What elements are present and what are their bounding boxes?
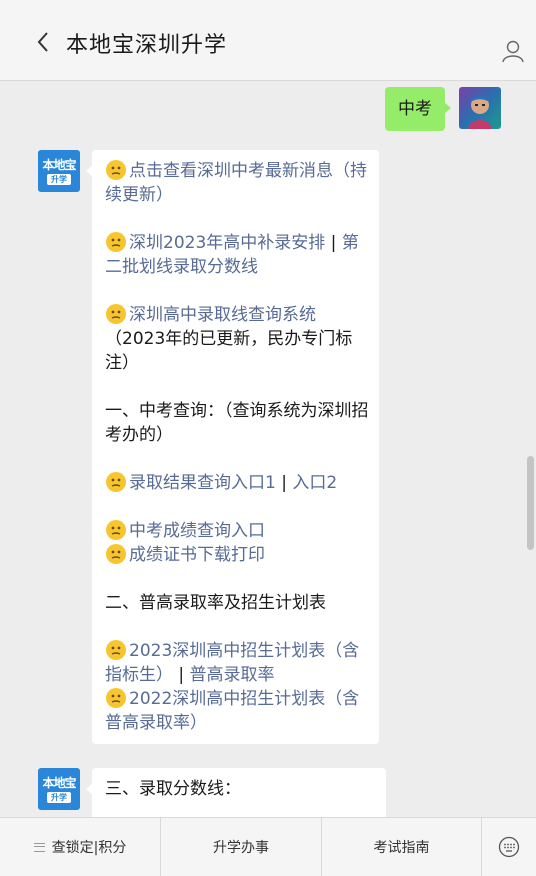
avatar-brand-tag: 升学 <box>47 791 71 803</box>
note-text: （2023年的已更新，民办专门标注） <box>105 329 353 373</box>
back-button[interactable] <box>30 28 56 56</box>
menu-item-label: 考试指南 <box>373 840 430 856</box>
scrollbar-thumb[interactable] <box>527 456 534 550</box>
link-admission-result-1[interactable]: 录取结果查询入口1 <box>129 473 276 493</box>
user-avatar[interactable] <box>459 87 501 129</box>
separator: | <box>281 473 287 493</box>
incoming-message: 本地宝 升学 点击查看深圳中考最新消息（持续更新） 深圳2023年高中补录安排 … <box>38 150 379 744</box>
thinking-emoji-icon <box>106 640 126 660</box>
menu-item-services[interactable]: 升学办事 <box>161 818 322 876</box>
link-admission-rate[interactable]: 普高录取率 <box>190 665 275 685</box>
link-2022-enrollment-plan[interactable]: 2022深圳高中招生计划表（含普高录取率） <box>105 689 359 733</box>
menu-item-label: 查锁定|积分 <box>51 840 127 856</box>
avatar-brand-tag: 升学 <box>47 173 71 185</box>
bottom-menu: 查锁定|积分 升学办事 考试指南 <box>0 817 536 876</box>
link-latest-news[interactable]: 点击查看深圳中考最新消息（持续更新） <box>105 161 367 205</box>
menu-item-label: 升学办事 <box>213 840 269 856</box>
submenu-icon <box>33 842 45 852</box>
link-exam-score-lookup[interactable]: 中考成绩查询入口 <box>129 521 265 541</box>
link-supplementary-admission[interactable]: 深圳2023年高中补录安排 <box>129 233 325 253</box>
incoming-bubble: 点击查看深圳中考最新消息（持续更新） 深圳2023年高中补录安排 | 第二批划线… <box>86 150 379 744</box>
thinking-emoji-icon <box>106 304 126 324</box>
title-bar: 本地宝深圳升学 <box>0 0 536 81</box>
thinking-emoji-icon <box>106 160 126 180</box>
thinking-emoji-icon <box>106 232 126 252</box>
keyboard-toggle-button[interactable] <box>482 818 536 876</box>
section-heading: 三、录取分数线： <box>105 779 241 799</box>
keyboard-icon <box>498 836 520 858</box>
link-score-lookup-system[interactable]: 深圳高中录取线查询系统 <box>129 305 316 325</box>
menu-item-lookup[interactable]: 查锁定|积分 <box>0 818 161 876</box>
section-heading: 二、普高录取率及招生计划表 <box>105 593 326 613</box>
avatar-brand-text: 本地宝 <box>42 775 76 790</box>
profile-button[interactable] <box>498 36 528 66</box>
outgoing-message: 中考 <box>385 87 501 131</box>
chevron-left-icon <box>37 32 48 52</box>
thinking-emoji-icon <box>106 520 126 540</box>
page-title: 本地宝深圳升学 <box>66 33 228 58</box>
thinking-emoji-icon <box>106 688 126 708</box>
separator: | <box>330 233 337 253</box>
menu-item-exam-guide[interactable]: 考试指南 <box>322 818 482 876</box>
incoming-bubble: 三、录取分数线： <box>86 768 386 817</box>
thinking-emoji-icon <box>106 544 126 564</box>
user-icon <box>502 40 524 63</box>
account-avatar[interactable]: 本地宝 升学 <box>38 150 80 192</box>
separator: | <box>178 665 185 685</box>
thinking-emoji-icon <box>106 472 126 492</box>
link-admission-result-2[interactable]: 入口2 <box>292 473 337 493</box>
chat-area[interactable]: 中考 本地宝 升学 点击查看深圳中考最新消息（持续更新） 深圳2023年高中补录… <box>0 82 536 817</box>
outgoing-bubble[interactable]: 中考 <box>385 87 451 131</box>
link-certificate-download[interactable]: 成绩证书下载打印 <box>129 545 265 565</box>
section-heading: 一、中考查询：（查询系统为深圳招考办的） <box>105 401 369 445</box>
avatar-brand-text: 本地宝 <box>42 157 76 172</box>
account-avatar[interactable]: 本地宝 升学 <box>38 768 80 810</box>
incoming-message: 本地宝 升学 三、录取分数线： <box>38 768 386 817</box>
